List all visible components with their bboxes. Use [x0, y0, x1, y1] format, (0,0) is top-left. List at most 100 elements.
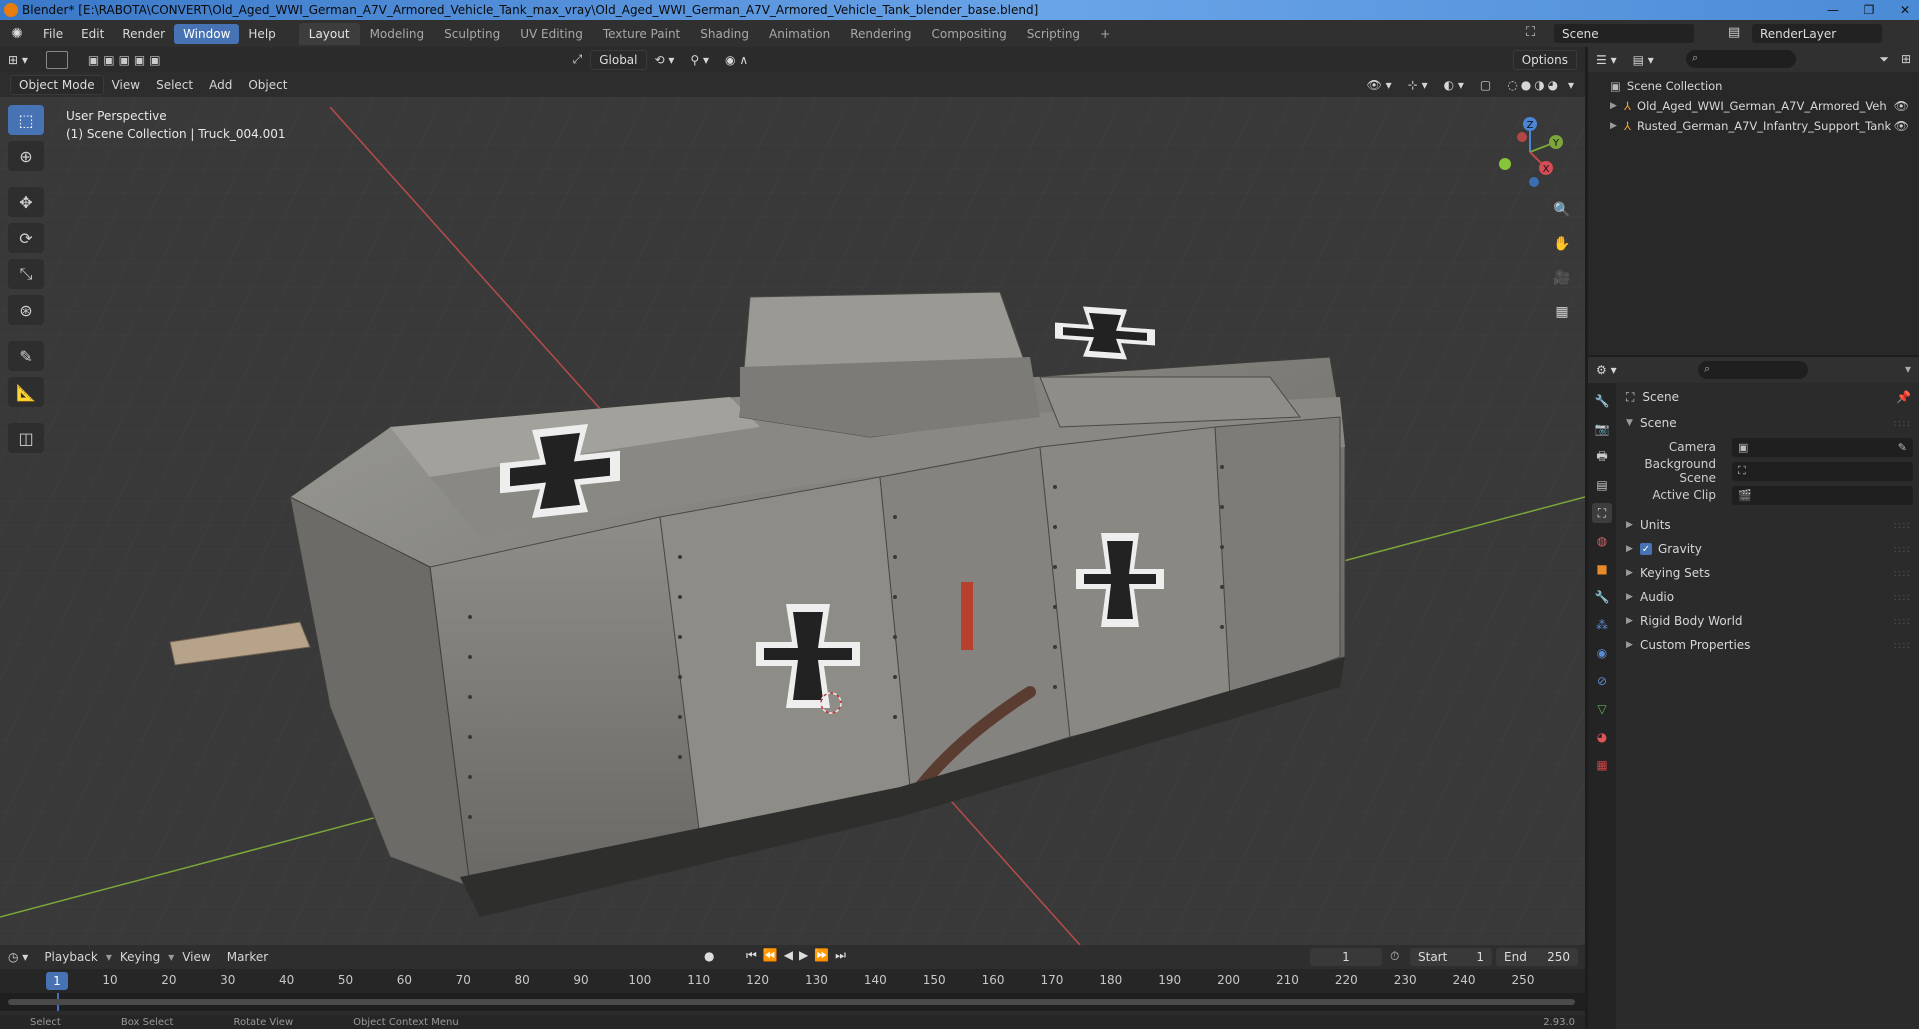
- transform-tool[interactable]: ⊛: [8, 295, 44, 325]
- tab-sculpting[interactable]: Sculpting: [434, 23, 510, 45]
- tab-scripting[interactable]: Scripting: [1017, 23, 1090, 45]
- overlay-toggle-icon[interactable]: ◐ ▾: [1436, 76, 1472, 94]
- data-tab-icon[interactable]: ▽: [1592, 699, 1612, 719]
- visibility-icon[interactable]: 👁 ▾: [1359, 76, 1400, 94]
- minimize-button[interactable]: —: [1825, 3, 1841, 17]
- options-dropdown[interactable]: Options: [1512, 49, 1577, 70]
- expand-arrow-icon[interactable]: ▶: [1610, 101, 1624, 111]
- editor-type-icon[interactable]: ⊞ ▾: [0, 51, 36, 69]
- particles-tab-icon[interactable]: ⁂: [1592, 615, 1612, 635]
- world-tab-icon[interactable]: ◍: [1592, 531, 1612, 551]
- selection-mode-icons[interactable]: ▣▣▣▣▣: [88, 53, 165, 67]
- view-layer-tab-icon[interactable]: ▤: [1592, 475, 1612, 495]
- scene-panel-header[interactable]: ▼ Scene ::::: [1618, 411, 1919, 435]
- perspective-grid-icon[interactable]: ▦: [1549, 299, 1575, 325]
- tab-uv-editing[interactable]: UV Editing: [510, 23, 593, 45]
- menu-playback[interactable]: Playback: [36, 948, 106, 966]
- outliner-editor-type-icon[interactable]: ☰ ▾: [1588, 51, 1625, 69]
- scale-tool[interactable]: ⤡: [8, 259, 44, 289]
- background-scene-field[interactable]: ⛶: [1732, 461, 1913, 481]
- new-collection-icon[interactable]: ⊞: [1901, 52, 1911, 66]
- gravity-checkbox[interactable]: ✓: [1640, 543, 1652, 555]
- timeline-track-area[interactable]: [0, 993, 1585, 1011]
- add-workspace-button[interactable]: +: [1090, 23, 1120, 45]
- menu-marker[interactable]: Marker: [219, 948, 276, 966]
- custom-properties-panel[interactable]: ▶ Custom Properties::::: [1618, 633, 1919, 657]
- pivot-icon[interactable]: ⟲ ▾: [647, 51, 683, 69]
- gravity-panel[interactable]: ▶ ✓ Gravity::::: [1618, 537, 1919, 561]
- playback-controls-icon[interactable]: ⏮⏪◀▶⏩⏭: [746, 948, 852, 963]
- move-tool[interactable]: ✥: [8, 187, 44, 217]
- timeline-scrollbar[interactable]: [8, 999, 1575, 1005]
- rotate-tool[interactable]: ⟳: [8, 223, 44, 253]
- record-icon[interactable]: ●: [704, 949, 714, 963]
- scene-selector[interactable]: Scene: [1554, 24, 1694, 43]
- pin-icon[interactable]: 📌: [1896, 390, 1911, 404]
- camera-field[interactable]: ▣ ✎: [1732, 437, 1913, 457]
- material-tab-icon[interactable]: ◕: [1592, 727, 1612, 747]
- blender-menu-icon[interactable]: ✺: [0, 26, 34, 42]
- navigation-gizmo[interactable]: Z Y X: [1490, 112, 1570, 192]
- keying-sets-panel[interactable]: ▶ Keying Sets::::: [1618, 561, 1919, 585]
- output-tab-icon[interactable]: 🖶: [1592, 447, 1612, 467]
- shading-modes-icon[interactable]: ◌●◑◕ ▾: [1499, 76, 1585, 94]
- stopwatch-icon[interactable]: ⏱: [1390, 949, 1399, 964]
- menu-render[interactable]: Render: [113, 24, 174, 44]
- units-panel[interactable]: ▶ Units::::: [1618, 513, 1919, 537]
- scene-tab-icon[interactable]: ⛶: [1592, 503, 1612, 523]
- start-frame-field[interactable]: Start 1: [1410, 948, 1492, 966]
- zoom-icon[interactable]: 🔍: [1549, 197, 1575, 223]
- menu-keying[interactable]: Keying: [112, 948, 168, 966]
- visibility-eye-icon[interactable]: 👁: [1894, 99, 1909, 113]
- mode-dropdown[interactable]: Object Mode: [10, 74, 104, 95]
- playhead-frame[interactable]: 1: [46, 972, 68, 990]
- 3d-viewport[interactable]: ⊞ ▾ ▣▣▣▣▣ ⤢ Global ⟲ ▾ ⚲ ▾ ◉ ∧ Options O…: [0, 47, 1585, 945]
- tab-animation[interactable]: Animation: [759, 23, 840, 45]
- annotate-tool[interactable]: ✎: [8, 341, 44, 371]
- menu-select[interactable]: Select: [148, 76, 201, 94]
- xray-icon[interactable]: ▢: [1472, 76, 1499, 94]
- tab-modeling[interactable]: Modeling: [360, 23, 435, 45]
- properties-search-input[interactable]: ⌕: [1698, 361, 1808, 379]
- tab-rendering[interactable]: Rendering: [840, 23, 921, 45]
- tab-compositing[interactable]: Compositing: [921, 23, 1016, 45]
- audio-panel[interactable]: ▶ Audio::::: [1618, 585, 1919, 609]
- visibility-eye-icon[interactable]: 👁: [1894, 119, 1909, 133]
- tab-shading[interactable]: Shading: [690, 23, 759, 45]
- menu-add[interactable]: Add: [201, 76, 240, 94]
- view-layer-selector[interactable]: RenderLayer: [1752, 24, 1882, 43]
- timeline-ruler[interactable]: 1 10 20 30 40 50 60 70 80 90 100 110 120 130 140 150 16…: [0, 969, 1585, 993]
- texture-tab-icon[interactable]: ▦: [1592, 755, 1612, 775]
- object-tab-icon[interactable]: ■: [1592, 559, 1612, 579]
- snap-icon[interactable]: ⚲ ▾: [682, 51, 717, 69]
- menu-timeline-view[interactable]: View: [174, 948, 218, 966]
- eyedropper-icon[interactable]: ✎: [1898, 441, 1907, 454]
- chevron-down-icon[interactable]: ▾: [1905, 362, 1911, 376]
- menu-view[interactable]: View: [104, 76, 148, 94]
- tab-texture-paint[interactable]: Texture Paint: [593, 23, 690, 45]
- select-tool-icon[interactable]: [45, 50, 68, 69]
- pan-hand-icon[interactable]: ✋: [1549, 231, 1575, 257]
- outliner-search-input[interactable]: ⌕: [1686, 50, 1796, 68]
- outliner-item[interactable]: ▶ ⅄ Old_Aged_WWI_German_A7V_Armored_Veh …: [1588, 96, 1919, 116]
- filter-icon[interactable]: ⏷: [1879, 52, 1889, 67]
- gizmo-toggle-icon[interactable]: ⊹ ▾: [1400, 76, 1436, 94]
- cursor-tool[interactable]: ⊕: [8, 141, 44, 171]
- tab-layout[interactable]: Layout: [298, 22, 360, 45]
- close-button[interactable]: ✕: [1897, 3, 1913, 17]
- menu-window[interactable]: Window: [174, 23, 240, 44]
- expand-arrow-icon[interactable]: ▶: [1610, 121, 1624, 131]
- outliner-scene-collection[interactable]: ▣ Scene Collection: [1588, 76, 1919, 96]
- active-clip-field[interactable]: 🎬: [1732, 485, 1913, 505]
- measure-tool[interactable]: 📐: [8, 377, 44, 407]
- transform-orientation-dropdown[interactable]: Global: [590, 49, 647, 70]
- camera-view-icon[interactable]: 🎥: [1549, 265, 1575, 291]
- display-mode-icon[interactable]: ▤ ▾: [1625, 51, 1662, 69]
- menu-file[interactable]: File: [34, 24, 72, 44]
- properties-editor-type-icon[interactable]: ⚙ ▾: [1588, 361, 1625, 379]
- timeline-editor-type-icon[interactable]: ◷ ▾: [0, 948, 36, 966]
- add-cube-tool[interactable]: ◫: [8, 423, 44, 453]
- current-frame-field[interactable]: 1: [1310, 948, 1382, 966]
- menu-object[interactable]: Object: [240, 76, 295, 94]
- rigid-body-world-panel[interactable]: ▶ Rigid Body World::::: [1618, 609, 1919, 633]
